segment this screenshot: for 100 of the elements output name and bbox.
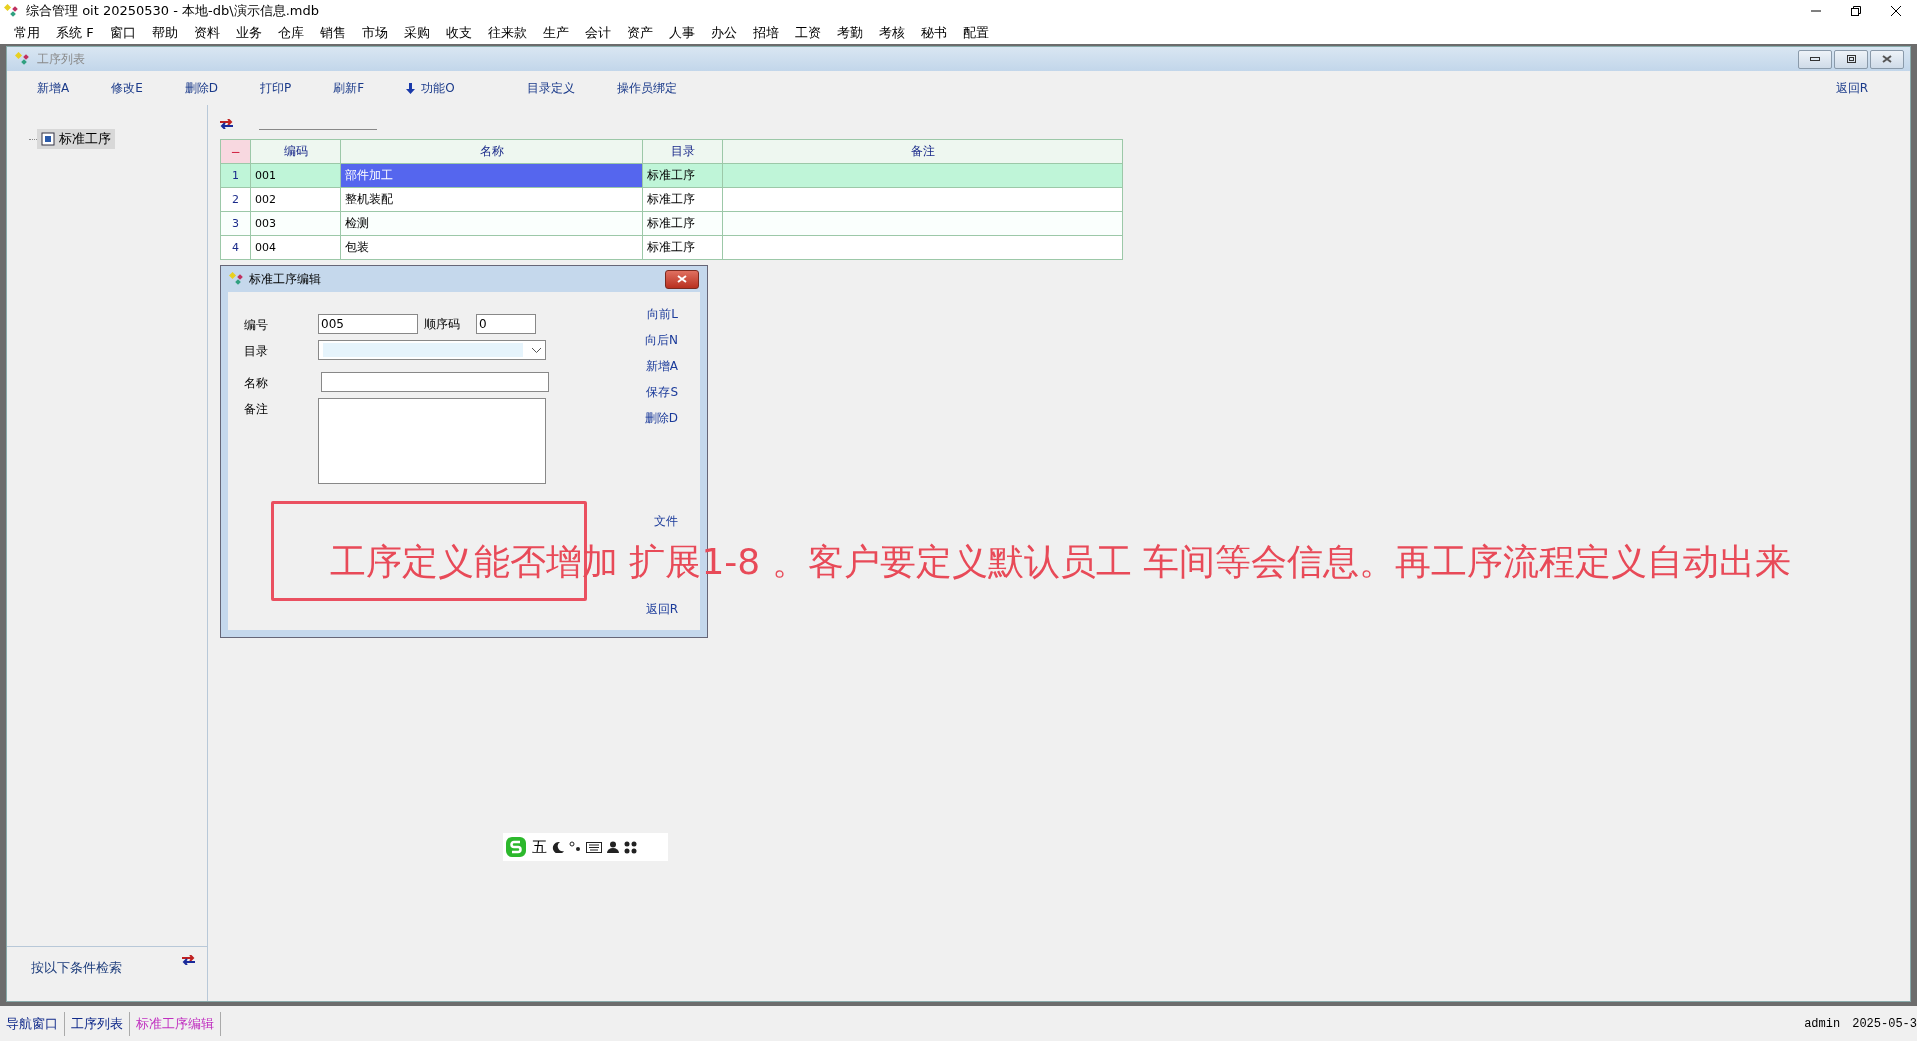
close-icon <box>1882 55 1892 63</box>
row-number: 4 <box>220 235 251 260</box>
menu-item[interactable]: 系统 F <box>48 23 102 42</box>
toolbar-button[interactable]: 删除D <box>184 79 219 97</box>
dialog-button[interactable]: 向前L <box>647 306 678 323</box>
maximize-icon <box>1846 55 1856 63</box>
menu-item[interactable]: 仓库 <box>269 23 312 42</box>
person-icon[interactable] <box>607 841 619 853</box>
toolbar-button[interactable]: 打印P <box>260 79 292 97</box>
menu-item[interactable]: 帮助 <box>143 23 186 42</box>
column-header[interactable]: 备注 <box>722 139 1123 164</box>
folder-icon <box>41 132 55 146</box>
date-text: 2025-05-3 <box>1852 1016 1917 1031</box>
table-row[interactable]: 1 001 部件加工 标准工序 <box>220 163 1123 188</box>
code-field[interactable]: 005 <box>318 314 418 334</box>
status-tab[interactable]: 导航窗口 <box>0 1011 65 1036</box>
column-header[interactable]: 编码 <box>250 139 341 164</box>
dialog-button[interactable]: 向后N <box>645 332 678 349</box>
menu-item[interactable]: 往来款 <box>479 23 535 42</box>
search-label: 按以下条件检索 <box>31 959 122 977</box>
menu-item[interactable]: 收支 <box>437 23 480 42</box>
row-number: 1 <box>220 163 251 188</box>
field-label: 编号 <box>244 317 269 334</box>
menu-item[interactable]: 窗口 <box>101 23 144 42</box>
dialog-title: 标准工序编辑 <box>249 270 321 288</box>
swap-arrows-icon[interactable] <box>182 955 195 965</box>
table-row[interactable]: 4 004 包装 标准工序 <box>220 235 1123 260</box>
table-cell: 001 <box>250 163 341 188</box>
column-header[interactable]: 目录 <box>642 139 723 164</box>
grid-icon[interactable] <box>624 840 637 854</box>
dialog-button[interactable]: 文件 <box>654 513 678 530</box>
menu-item[interactable]: 配置 <box>954 23 997 42</box>
menu-item[interactable]: 销售 <box>311 23 354 42</box>
back-button[interactable]: 返回R <box>645 601 678 618</box>
menu-item[interactable]: 资产 <box>618 23 661 42</box>
row-number: 3 <box>220 211 251 236</box>
column-header[interactable]: 名称 <box>340 139 643 164</box>
field-label: 顺序码 <box>424 315 460 333</box>
note-field[interactable] <box>318 398 546 484</box>
menu-item[interactable]: 人事 <box>660 23 703 42</box>
table-row[interactable]: 3 003 检测 标准工序 <box>220 211 1123 236</box>
close-icon[interactable] <box>1891 6 1901 16</box>
field-label: 名称 <box>244 375 269 392</box>
toolbar-button[interactable]: 修改E <box>111 79 143 97</box>
minimize-icon <box>1810 57 1820 61</box>
menu-item[interactable]: 考核 <box>870 23 913 42</box>
chevron-icon <box>532 347 541 353</box>
window-icon <box>15 52 31 66</box>
menu-item[interactable]: 考勤 <box>828 23 871 42</box>
status-tab[interactable]: 工序列表 <box>65 1011 130 1036</box>
user-name: admin <box>1804 1016 1841 1031</box>
menu-item[interactable]: 资料 <box>185 23 228 42</box>
table-row[interactable]: 2 002 整机装配 标准工序 <box>220 187 1123 212</box>
function-button[interactable]: 功能O <box>406 79 455 97</box>
close-icon <box>677 275 687 283</box>
menu-item[interactable]: 招培 <box>744 23 787 42</box>
row-number: 2 <box>220 187 251 212</box>
s-logo-icon <box>505 836 527 858</box>
dialog-button[interactable]: 新增A <box>645 358 678 375</box>
toolbar-button[interactable]: 操作员绑定 <box>616 79 677 97</box>
toolbar-button[interactable]: 新增A <box>37 79 70 97</box>
header-cell[interactable]: − <box>220 139 251 164</box>
table-cell: 003 <box>250 211 341 236</box>
punctuation-icon[interactable] <box>569 841 581 853</box>
dialog-icon <box>229 272 245 286</box>
menu-item[interactable]: 业务 <box>227 23 270 42</box>
toolbar-button[interactable]: 目录定义 <box>526 79 575 97</box>
table-cell: 002 <box>250 187 341 212</box>
menu-item[interactable]: 会计 <box>576 23 619 42</box>
menu-item[interactable]: 常用 <box>6 23 48 42</box>
category-dropdown[interactable] <box>318 340 546 360</box>
dialog-button[interactable]: 删除D <box>644 410 678 427</box>
menu-item[interactable]: 生产 <box>534 23 577 42</box>
minimize-button[interactable] <box>1798 49 1832 69</box>
status-tab[interactable]: 标准工序编辑 <box>130 1011 221 1036</box>
back-button[interactable]: 返回R <box>1835 79 1868 97</box>
swap-arrows-icon[interactable] <box>220 119 233 129</box>
menu-item[interactable]: 工资 <box>786 23 829 42</box>
toolbar-button[interactable]: 刷新F <box>333 79 365 97</box>
dialog-button[interactable]: 保存S <box>646 384 678 401</box>
menu-item[interactable]: 秘书 <box>912 23 955 42</box>
maximize-button[interactable] <box>1834 49 1868 69</box>
close-button[interactable] <box>1870 49 1904 69</box>
menu-item[interactable]: 办公 <box>702 23 745 42</box>
tree-item[interactable]: 标准工序 <box>37 129 115 149</box>
keyboard-icon[interactable] <box>586 841 602 853</box>
order-field[interactable]: 0 <box>476 314 536 334</box>
ime-toolbar[interactable]: 五 <box>503 833 668 861</box>
table-cell: 部件加工 <box>340 163 643 188</box>
close-button[interactable] <box>665 269 699 289</box>
menu-item[interactable]: 采购 <box>395 23 438 42</box>
input-mode[interactable]: 五 <box>532 837 547 857</box>
moon-icon[interactable] <box>552 841 564 853</box>
restore-icon[interactable] <box>1851 6 1861 16</box>
table-cell: 包装 <box>340 235 643 260</box>
window-title: 综合管理 oit 20250530 - 本地-db\演示信息.mdb <box>26 2 319 20</box>
table-cell: 整机装配 <box>340 187 643 212</box>
field-label: 目录 <box>244 343 269 360</box>
name-field[interactable] <box>321 372 549 392</box>
menu-item[interactable]: 市场 <box>353 23 396 42</box>
